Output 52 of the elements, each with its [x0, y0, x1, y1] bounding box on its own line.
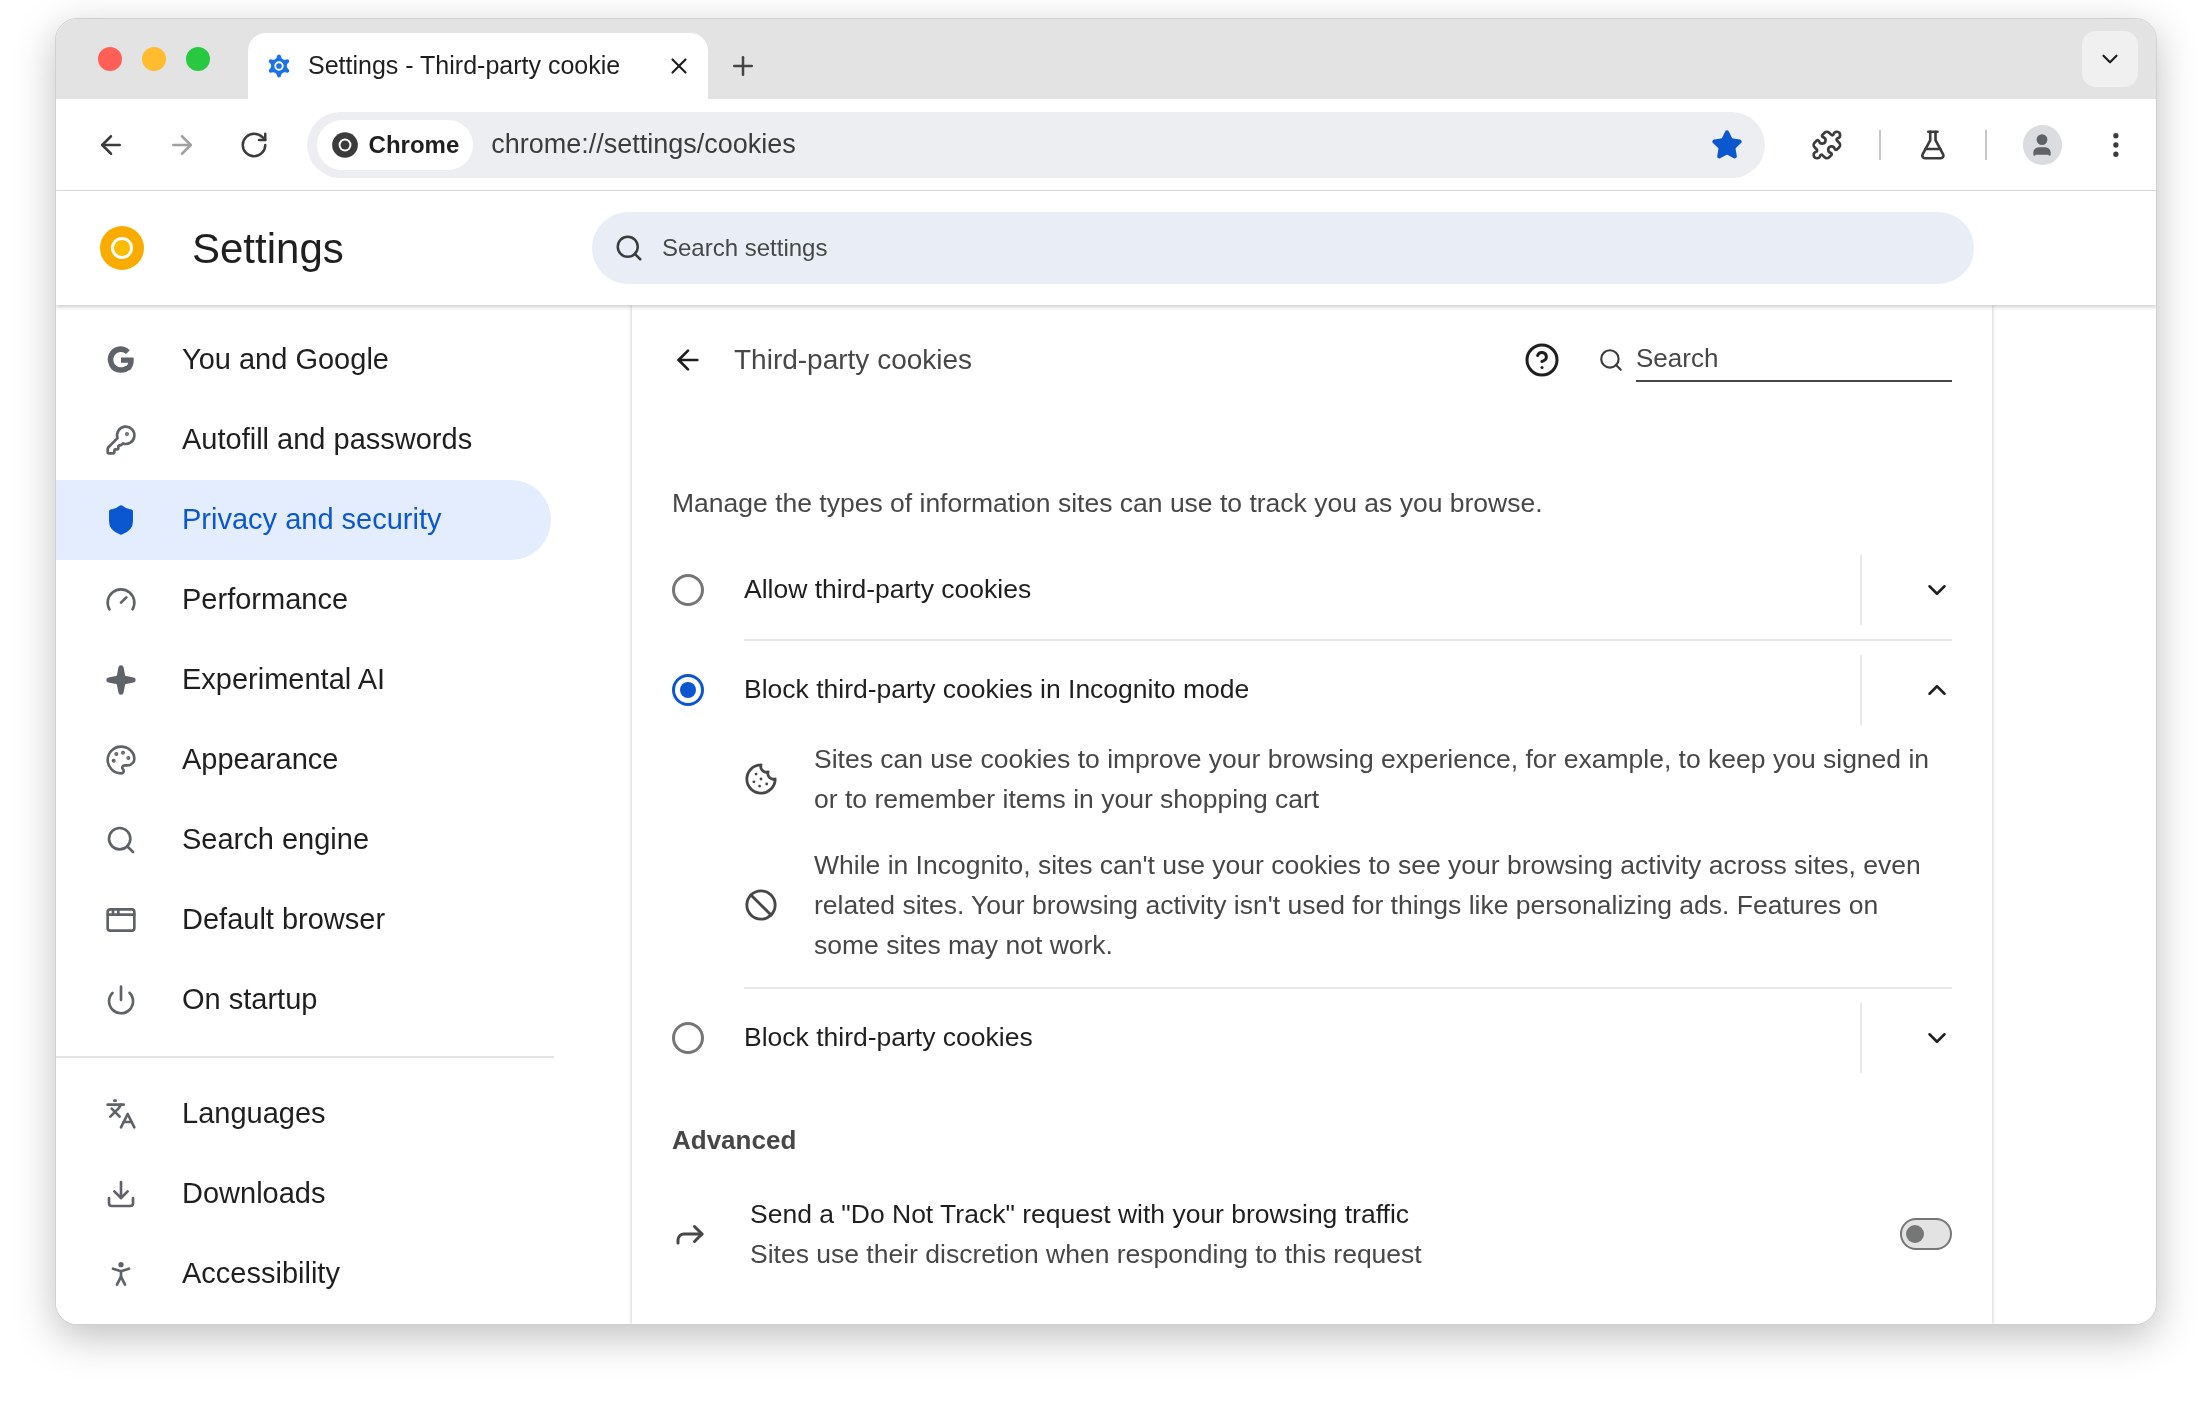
site-chip[interactable]: Chrome	[316, 119, 474, 170]
cookie-icon	[744, 762, 778, 796]
section-heading: Advanced	[672, 1124, 798, 1157]
help-icon[interactable]	[1524, 342, 1560, 378]
sidebar-item[interactable]: Default browser	[56, 880, 551, 960]
toggle-switch[interactable]	[1900, 1218, 1952, 1250]
option-label: Block third-party cookies	[744, 1021, 1034, 1055]
detail-text: While in Incognito, sites can't use your cookies to see your browsing activity across sites, even related sites. Your browsing activity isn't used for things like personalizing ads. Features on some sites may not work.	[814, 849, 1922, 962]
sidebar-item[interactable]: Languages	[56, 1074, 551, 1154]
profile-avatar[interactable]	[2022, 124, 2063, 165]
sidebar-item[interactable]: Autofill and passwords	[56, 400, 551, 480]
key-icon	[105, 424, 137, 456]
settings-logo-icon	[98, 224, 146, 272]
sidebar-item[interactable]: Search engine	[56, 800, 551, 880]
browser-tab[interactable]: Settings - Third-party cookie	[248, 33, 708, 99]
search-icon	[1598, 347, 1624, 373]
sidebar-item[interactable]: Accessibility	[56, 1234, 551, 1314]
sidebar-item[interactable]: On startup	[56, 960, 551, 1040]
setting-subtitle: Sites use their discretion when responding to this request	[750, 1238, 1423, 1271]
search-input[interactable]: Search settings	[662, 230, 1952, 266]
bookmark-star-icon[interactable]	[1711, 128, 1744, 161]
detail-text: Sites can use cookies to improve your browsing experience, for example, to keep you signed in or to remember items in your shopping cart	[814, 743, 1931, 816]
extensions-icon[interactable]	[1811, 128, 1843, 161]
settings-title: Settings	[192, 223, 345, 274]
sidebar-item[interactable]: Downloads	[56, 1154, 551, 1234]
page-title: Third-party cookies	[734, 343, 974, 377]
tab-title: Settings - Third-party cookie	[308, 50, 622, 82]
sidebar-item[interactable]: Appearance	[56, 720, 551, 800]
download-icon	[105, 1178, 137, 1210]
option-label: Block third-party cookies in Incognito mode	[744, 673, 1251, 707]
search-settings-field[interactable]: Search settings	[592, 212, 1974, 284]
power-icon	[105, 984, 137, 1016]
chrome-logo-icon	[330, 130, 359, 159]
url-text: chrome://settings/cookies	[491, 128, 797, 162]
address-bar[interactable]: Chrome chrome://settings/cookies	[306, 111, 1766, 178]
sidebar-item[interactable]: Experimental AI	[56, 640, 551, 720]
sparkle-icon	[105, 664, 137, 696]
sidebar-item[interactable]: You and Google	[56, 320, 551, 400]
description-text: Manage the types of information sites can use to track you as you browse.	[672, 487, 1544, 520]
blocked-icon	[744, 888, 778, 922]
radio-button[interactable]	[672, 574, 704, 606]
radio-button[interactable]	[672, 1022, 704, 1054]
setting-title: Send a "Do Not Track" request with your browsing traffic	[750, 1198, 1411, 1231]
palette-icon	[105, 744, 137, 776]
search-icon	[614, 233, 644, 263]
sidebar-item[interactable]: Performance	[56, 560, 551, 640]
sidebar-item[interactable]: Privacy and security	[56, 480, 551, 560]
languages-icon	[105, 1098, 137, 1130]
search-field[interactable]: Search	[1636, 338, 1952, 382]
radio-button[interactable]	[672, 674, 704, 706]
search-icon	[105, 824, 137, 856]
option-label: Allow third-party cookies	[744, 573, 1033, 607]
